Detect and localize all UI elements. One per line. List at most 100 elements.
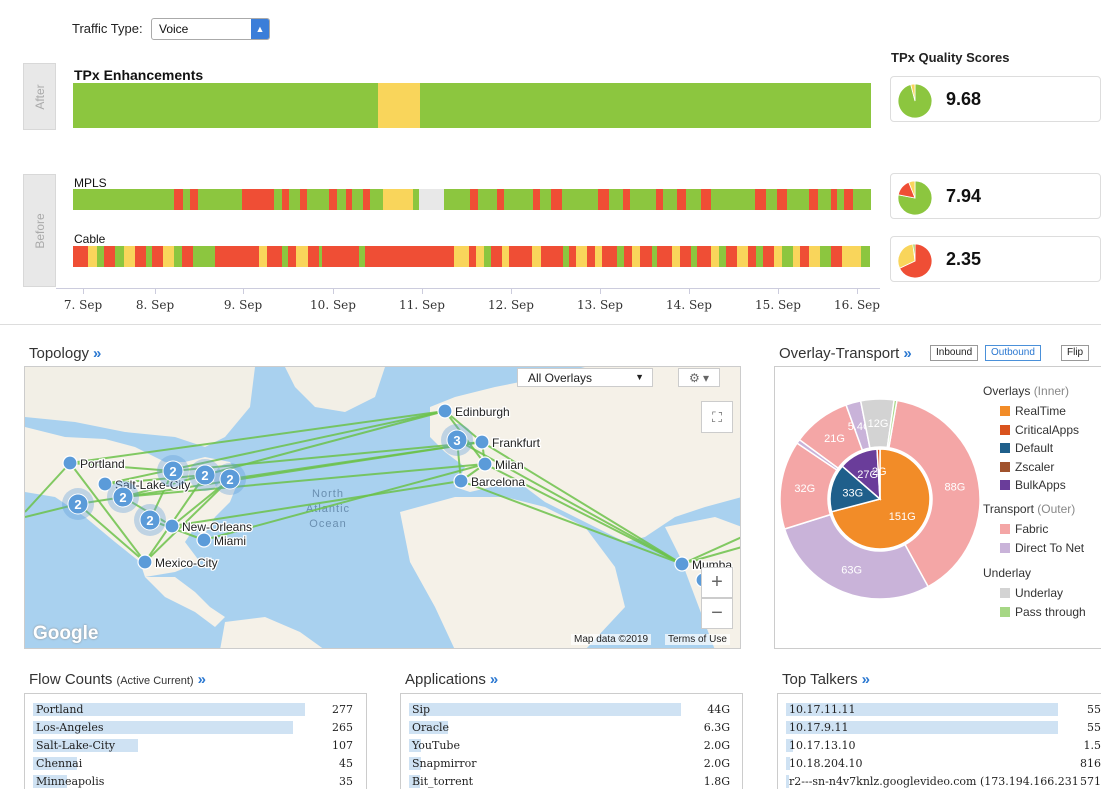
list-row[interactable]: 10.18.204.10 816 <box>778 755 1101 773</box>
bar-segment <box>476 246 484 267</box>
city-node[interactable] <box>137 554 153 570</box>
bar-segment <box>124 246 136 267</box>
legend-label: Default <box>1015 441 1054 456</box>
bar-segment <box>174 189 184 210</box>
legend-item[interactable]: Fabric <box>1000 522 1048 536</box>
score-card-cable[interactable]: 2.35 <box>890 236 1101 282</box>
city-node[interactable] <box>164 518 180 534</box>
ocean-label-3: Ocean <box>309 518 346 530</box>
row-name: 10.17.11.11 <box>789 703 856 716</box>
topology-map[interactable]: North Atlantic Ocean Portland Salt-Lake-C… <box>24 366 741 649</box>
row-value: 571 <box>1080 775 1101 788</box>
traffic-type-select[interactable]: Voice ▲ <box>151 18 270 40</box>
bar-segment <box>540 246 563 267</box>
bar-segment <box>679 246 691 267</box>
cable-quality-bar[interactable] <box>73 246 871 267</box>
bar-segment <box>748 246 756 267</box>
flip-button[interactable]: Flip <box>1061 345 1090 361</box>
city-node[interactable] <box>477 456 493 472</box>
score-card-tpx[interactable]: 9.68 <box>890 76 1101 122</box>
bar-segment <box>843 189 853 210</box>
list-row[interactable]: Sip 44G <box>401 701 742 719</box>
bar-segment <box>469 189 479 210</box>
row-value: 816 <box>1080 757 1101 770</box>
legend-item[interactable]: BulkApps <box>1000 478 1066 492</box>
bar-segment <box>817 189 831 210</box>
row-name: Portland <box>36 703 84 716</box>
city-node[interactable] <box>62 455 78 471</box>
list-row[interactable]: Chennai 45 <box>25 755 366 773</box>
list-row[interactable]: Minneapolis 35 <box>25 773 366 789</box>
zoom-in-button[interactable]: + <box>701 567 733 598</box>
expand-chevron-icon[interactable]: » <box>93 345 101 362</box>
score-pie-tpx <box>897 83 933 119</box>
list-row[interactable]: Los-Angeles 265 <box>25 719 366 737</box>
city-node[interactable] <box>196 532 212 548</box>
city-node[interactable] <box>674 556 690 572</box>
list-row[interactable]: Portland 277 <box>25 701 366 719</box>
bar-segment <box>307 246 319 267</box>
fullscreen-icon[interactable]: ⛶ <box>701 401 733 433</box>
expand-chevron-icon[interactable]: » <box>490 671 498 688</box>
legend-item[interactable]: RealTime <box>1000 404 1066 418</box>
legend-item[interactable]: CriticalApps <box>1000 423 1079 437</box>
score-card-mpls[interactable]: 7.94 <box>890 173 1101 219</box>
overlay-transport-donut[interactable]: 88G63G32G21G5.4G12G151G33G27G2G <box>775 389 985 609</box>
map-settings-gear-icon[interactable]: ⚙ ▾ <box>678 368 720 387</box>
legend-item[interactable]: Underlay <box>1000 586 1063 600</box>
score-value-cable: 2.35 <box>946 249 982 269</box>
terms-of-use-link[interactable]: Terms of Use <box>665 634 730 645</box>
legend-label: RealTime <box>1015 404 1066 418</box>
top-talkers-title[interactable]: Top Talkers» <box>782 671 870 688</box>
outbound-toggle[interactable]: Outbound <box>985 345 1041 361</box>
list-row[interactable]: 10.17.11.11 55 <box>778 701 1101 719</box>
land-greenland <box>285 367 385 412</box>
axis-tick <box>422 288 423 294</box>
overlay-transport-title[interactable]: Overlay-Transport» <box>779 345 912 362</box>
legend-label: Pass through <box>1015 604 1086 619</box>
expand-chevron-icon[interactable]: » <box>862 671 870 688</box>
bar-segment <box>369 189 383 210</box>
bar-segment <box>192 246 216 267</box>
list-row[interactable]: Oracle 6.3G <box>401 719 742 737</box>
expand-chevron-icon[interactable]: » <box>903 345 911 362</box>
topology-title[interactable]: Topology» <box>29 345 101 362</box>
expand-chevron-icon[interactable]: » <box>198 671 206 688</box>
legend-item[interactable]: Default <box>1000 441 1053 455</box>
list-row[interactable]: 10.17.9.11 55 <box>778 719 1101 737</box>
row-value: 45 <box>339 757 353 770</box>
bar-segment <box>576 246 588 267</box>
flow-counts-title[interactable]: Flow Counts (Active Current)» <box>29 671 206 688</box>
legend-item[interactable]: Pass through <box>1000 605 1086 619</box>
city-node[interactable] <box>474 434 490 450</box>
list-row[interactable]: Snapmirror 2.0G <box>401 755 742 773</box>
bar-segment <box>73 189 175 210</box>
ocean-label-1: North <box>312 488 344 500</box>
list-row[interactable]: YouTube 2.0G <box>401 737 742 755</box>
bar-segment <box>800 246 810 267</box>
bar-segment <box>259 246 267 267</box>
bar-segment <box>281 189 289 210</box>
inbound-toggle[interactable]: Inbound <box>930 345 979 361</box>
list-row[interactable]: 10.17.13.10 1.5 <box>778 737 1101 755</box>
mpls-quality-bar[interactable] <box>73 189 871 210</box>
zoom-out-button[interactable]: − <box>701 598 733 629</box>
list-row[interactable]: r2---sn-n4v7knlz.googlevideo.com (173.19… <box>778 773 1101 789</box>
top-talkers-list: 10.17.11.11 55 10.17.9.11 55 10.17.13.10 1.5 1… <box>777 693 1101 789</box>
cluster-count: 2 <box>226 472 233 487</box>
bar-segment <box>700 189 712 210</box>
applications-title[interactable]: Applications» <box>405 671 498 688</box>
bar-segment <box>820 246 832 267</box>
city-node[interactable] <box>437 403 453 419</box>
legend-item[interactable]: Zscaler <box>1000 460 1054 474</box>
list-row[interactable]: Bit_torrent 1.8G <box>401 773 742 789</box>
bar-segment <box>87 246 97 267</box>
overlay-filter-select[interactable]: All Overlays ▼ <box>517 368 653 387</box>
tpx-quality-bar[interactable] <box>73 83 871 128</box>
list-row[interactable]: Salt-Lake-City 107 <box>25 737 366 755</box>
bar-segment <box>774 246 782 267</box>
map-data-credit: Map data ©2019 <box>571 634 652 645</box>
city-node[interactable] <box>453 473 469 489</box>
bar-segment <box>608 189 624 210</box>
legend-item[interactable]: Direct To Net <box>1000 541 1084 555</box>
